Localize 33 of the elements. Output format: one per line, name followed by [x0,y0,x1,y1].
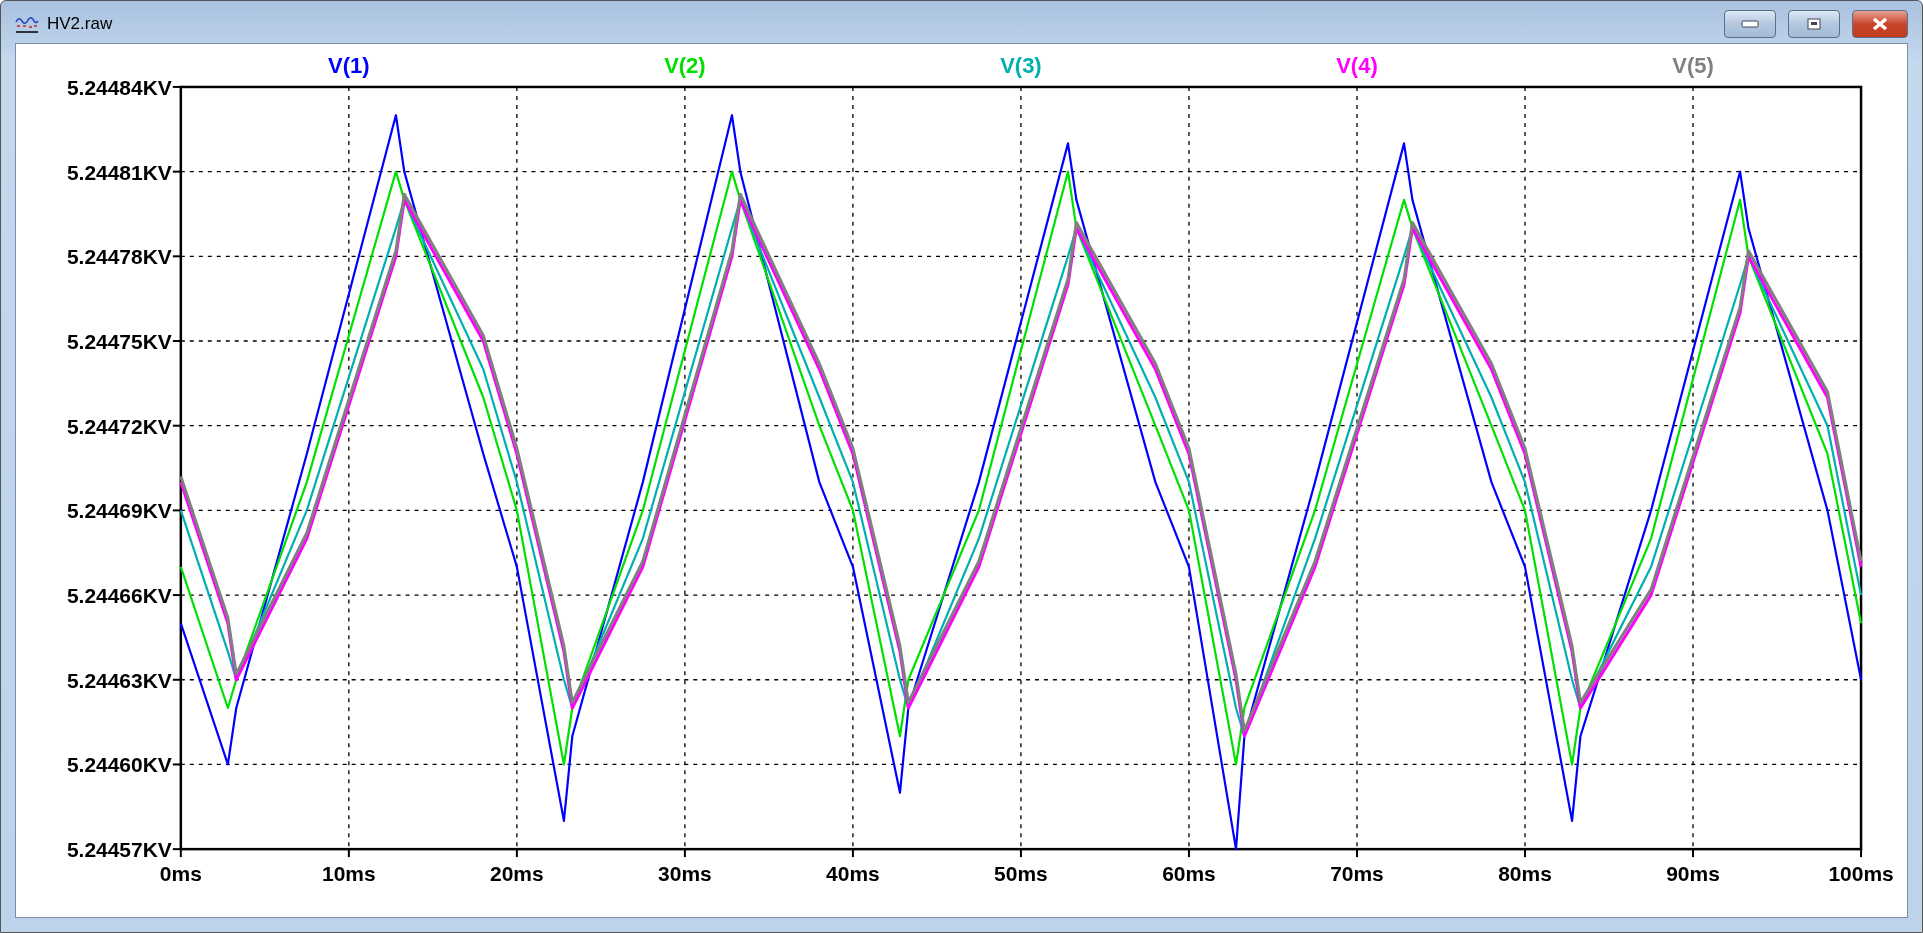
series-label[interactable]: V(4) [1336,52,1378,78]
x-tick-label: 0ms [159,862,202,886]
y-tick-label: 5.24481KV [66,160,172,184]
x-tick-label: 100ms [1828,862,1894,886]
x-tick-label: 70ms [1330,862,1384,886]
minimize-button[interactable] [1724,9,1776,38]
y-tick-label: 5.24457KV [66,838,172,862]
x-tick-label: 60ms [1162,862,1216,886]
x-tick-label: 40ms [826,862,880,886]
y-tick-label: 5.24484KV [66,75,172,99]
close-icon [1871,16,1889,31]
series-label[interactable]: V(3) [1000,52,1042,78]
x-tick-label: 20ms [490,862,544,886]
close-button[interactable] [1852,9,1908,38]
maximize-button[interactable] [1788,9,1840,38]
y-tick-label: 5.24475KV [66,329,172,353]
series-label[interactable]: V(5) [1672,52,1714,78]
y-tick-label: 5.24460KV [66,753,172,777]
maximize-icon [1807,17,1821,30]
y-tick-label: 5.24469KV [66,499,172,523]
minimize-icon [1741,19,1759,28]
x-tick-label: 10ms [322,862,376,886]
y-tick-label: 5.24478KV [66,245,172,269]
y-tick-label: 5.24472KV [66,414,172,438]
x-tick-label: 30ms [658,862,712,886]
x-tick-label: 80ms [1498,862,1552,886]
x-tick-label: 90ms [1666,862,1720,886]
x-tick-label: 50ms [994,862,1048,886]
series-label[interactable]: V(1) [328,52,370,78]
y-tick-label: 5.24466KV [66,584,172,607]
series-label[interactable]: V(2) [664,52,706,78]
y-tick-label: 5.24463KV [66,668,172,692]
window-title: HV2.raw [47,13,114,34]
